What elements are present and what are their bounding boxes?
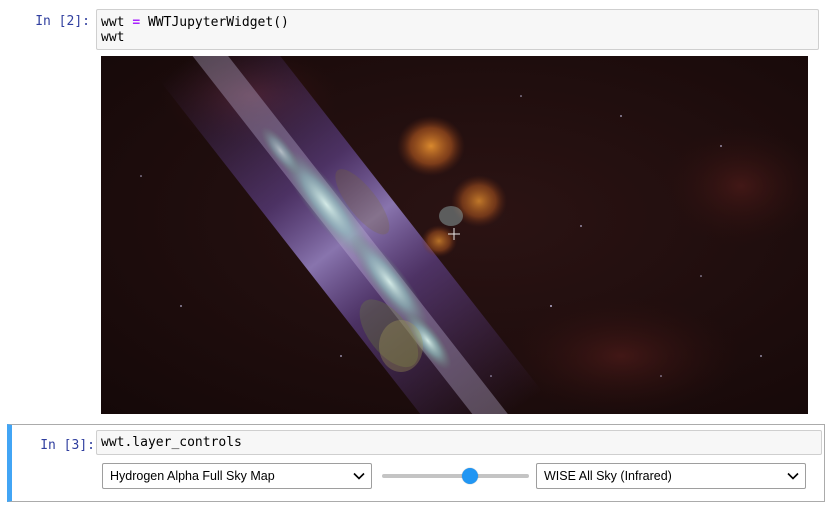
sky-image [101, 56, 808, 414]
code-line: wwt = WWTJupyterWidget() [101, 15, 814, 30]
code-line: wwt.layer_controls [101, 435, 242, 450]
wwt-sky-view[interactable] [101, 56, 808, 414]
chevron-down-icon [787, 472, 799, 480]
code-operator: = [132, 15, 141, 30]
code-line: wwt [101, 30, 125, 45]
code-cell-2[interactable]: In [2]: wwt = WWTJupyterWidget() wwt [0, 0, 829, 420]
code-token: WWTJupyterWidget() [140, 15, 289, 30]
input-prompt: In [2]: [35, 14, 90, 29]
opacity-slider[interactable] [382, 467, 529, 485]
notebook-page: In [2]: wwt = WWTJupyterWidget() wwt In … [0, 0, 829, 507]
foreground-layer-select[interactable]: Hydrogen Alpha Full Sky Map [102, 463, 372, 489]
code-editor[interactable]: wwt.layer_controls [96, 430, 822, 455]
chevron-down-icon [353, 472, 365, 480]
foreground-layer-value: Hydrogen Alpha Full Sky Map [110, 469, 275, 483]
slider-track[interactable] [382, 474, 529, 478]
code-editor[interactable]: wwt = WWTJupyterWidget() wwt [96, 9, 819, 50]
slider-thumb[interactable] [462, 468, 479, 484]
background-layer-select[interactable]: WISE All Sky (Infrared) [536, 463, 806, 489]
input-prompt: In [3]: [40, 438, 95, 453]
code-token: wwt [101, 15, 133, 30]
background-layer-value: WISE All Sky (Infrared) [544, 469, 672, 483]
code-cell-3[interactable]: In [3]: wwt.layer_controls Hydrogen Alph… [7, 424, 825, 502]
